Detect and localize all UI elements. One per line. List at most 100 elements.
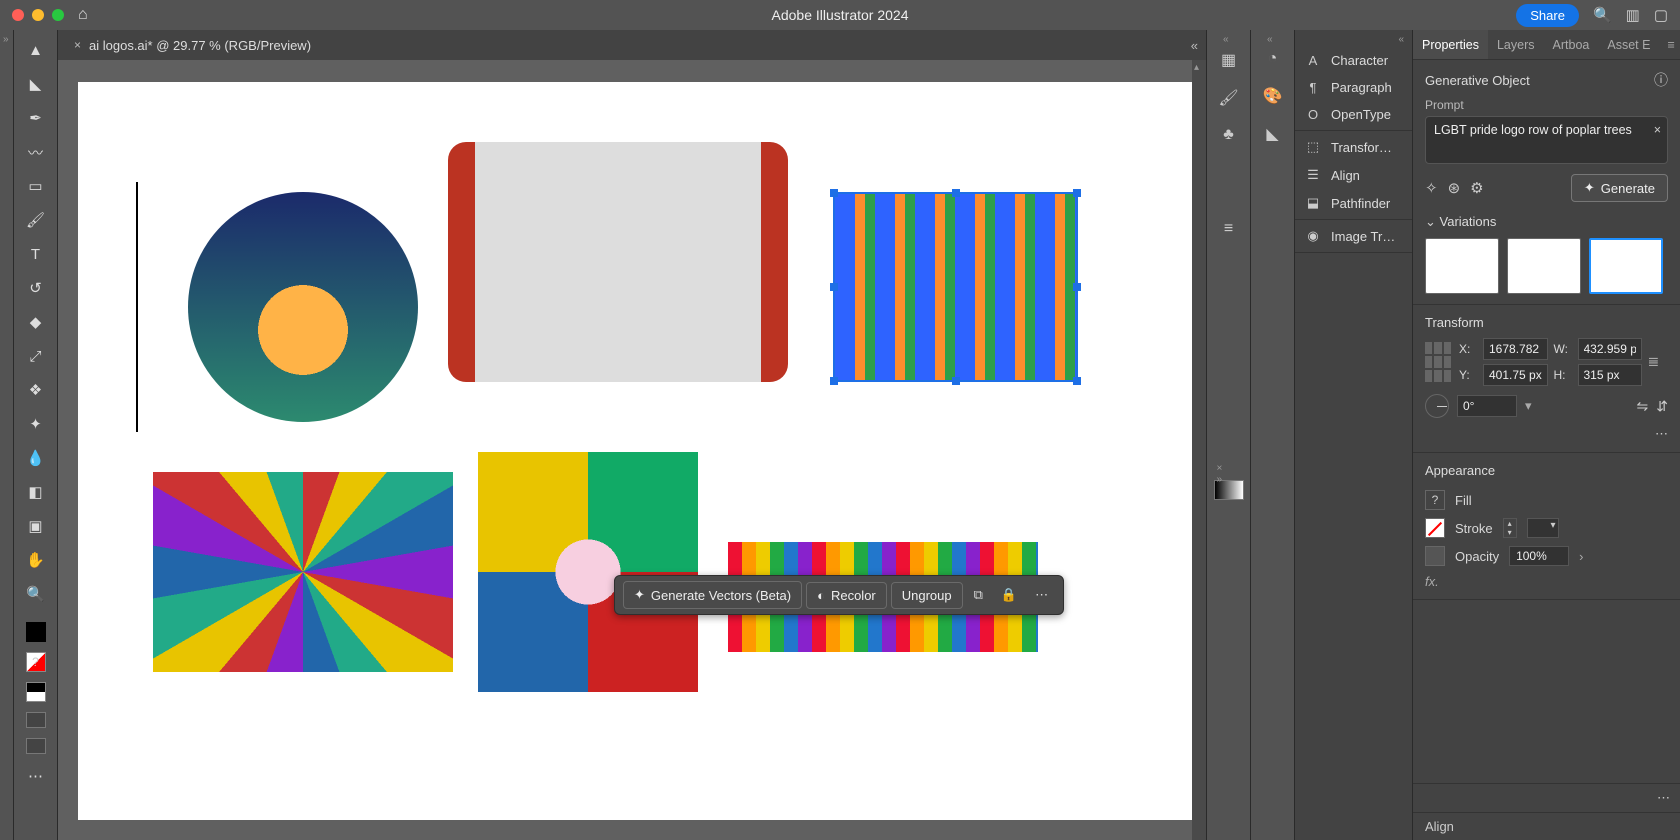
workspace-switcher-icon[interactable]: ▥	[1626, 6, 1640, 24]
context-more-icon[interactable]: ⋯	[1028, 582, 1055, 608]
constrain-proportions-icon[interactable]: 𝌆	[1648, 355, 1668, 369]
x-input[interactable]	[1483, 338, 1548, 360]
artwork-cross-wreath[interactable]	[478, 452, 698, 692]
variation-thumbnail-2[interactable]	[1507, 238, 1581, 294]
document-tab-bar: × ai logos.ai* @ 29.77 % (RGB/Preview) «	[58, 30, 1206, 60]
opacity-swatch[interactable]	[1425, 546, 1445, 566]
rotate-tool-icon[interactable]: ↺	[22, 276, 50, 300]
gradient-tool-icon[interactable]: ◧	[22, 480, 50, 504]
settings-gear-icon[interactable]: ⚙	[1470, 179, 1483, 197]
document-tab[interactable]: × ai logos.ai* @ 29.77 % (RGB/Preview)	[64, 30, 321, 60]
home-icon[interactable]: ⌂	[78, 6, 88, 24]
shape-builder-tool-icon[interactable]: ❖	[22, 378, 50, 402]
info-icon[interactable]: ⓘ	[1654, 70, 1668, 90]
fill-swatch[interactable]	[1425, 490, 1445, 510]
paintbrush-tool-icon[interactable]: 🖌	[22, 208, 50, 232]
zoom-tool-icon[interactable]: 🔍	[22, 582, 50, 606]
style-picker-icon[interactable]: ✧	[1425, 179, 1438, 197]
vertical-scrollbar[interactable]	[1192, 60, 1206, 840]
swatches-panel-icon[interactable]: 🎨	[1263, 86, 1283, 106]
eraser-tool-icon[interactable]: ◆	[22, 310, 50, 334]
arrange-documents-icon[interactable]: ▢	[1654, 6, 1668, 24]
color-guide-panel-icon[interactable]: ◣	[1266, 124, 1278, 144]
close-window-button[interactable]	[12, 9, 24, 21]
opentype-panel-button[interactable]: OOpenType	[1295, 101, 1412, 128]
opacity-input[interactable]	[1509, 546, 1569, 566]
tab-layers[interactable]: Layers	[1488, 30, 1544, 59]
symbols-panel-icon[interactable]: ♣	[1223, 126, 1234, 144]
stroke-swatch[interactable]	[1425, 518, 1445, 538]
artwork-tree-card[interactable]	[448, 142, 788, 382]
artwork-tree-grid-heart[interactable]	[153, 472, 453, 672]
pen-tool-icon[interactable]: ✒	[22, 106, 50, 130]
width-tool-icon[interactable]: ✦	[22, 412, 50, 436]
duplicate-icon[interactable]: ⧉	[967, 582, 990, 608]
edit-toolbar-icon[interactable]: ⋯	[22, 764, 50, 788]
draw-mode-icon[interactable]	[26, 738, 46, 754]
direct-selection-tool-icon[interactable]: ◣	[22, 72, 50, 96]
lock-icon[interactable]: 🔒	[994, 582, 1024, 608]
selection-tool-icon[interactable]: ▲	[22, 38, 50, 62]
eyedropper-tool-icon[interactable]: 💧	[22, 446, 50, 470]
image-trace-panel-button[interactable]: ◉Image Tr…	[1295, 222, 1412, 250]
color-mode-toggle[interactable]	[26, 682, 46, 702]
tab-properties[interactable]: Properties	[1413, 30, 1488, 59]
prompt-input[interactable]: LGBT pride logo row of poplar trees ×	[1425, 116, 1668, 164]
scale-tool-icon[interactable]: ⤢	[22, 344, 50, 368]
share-button[interactable]: Share	[1516, 4, 1579, 27]
character-panel-button[interactable]: ACharacter	[1295, 47, 1412, 74]
panel-grid-icon[interactable]: ▦	[1221, 50, 1236, 70]
variation-thumbnail-1[interactable]	[1425, 238, 1499, 294]
rotate-angle-dial[interactable]	[1425, 394, 1449, 418]
align-panel-button[interactable]: ☰Align	[1295, 161, 1412, 189]
rectangle-tool-icon[interactable]: ▭	[22, 174, 50, 198]
artwork-selected-poplar-row[interactable]	[833, 192, 1078, 382]
effects-icon[interactable]: ⊛	[1448, 179, 1461, 197]
default-fill-stroke-icon[interactable]: ?	[26, 652, 46, 672]
y-input[interactable]	[1483, 364, 1548, 386]
reference-point-selector[interactable]	[1425, 342, 1451, 382]
clear-prompt-icon[interactable]: ×	[1654, 123, 1661, 137]
stroke-weight-dropdown[interactable]	[1527, 518, 1559, 538]
minimize-window-button[interactable]	[32, 9, 44, 21]
search-icon[interactable]: 🔍	[1593, 6, 1612, 24]
close-tab-icon[interactable]: ×	[74, 38, 81, 52]
recolor-button[interactable]: ◐ Recolor	[806, 582, 887, 609]
angle-input[interactable]	[1457, 395, 1517, 417]
fill-stroke-swatch[interactable]	[26, 622, 46, 642]
w-input[interactable]	[1578, 338, 1643, 360]
fx-label[interactable]: fx.	[1425, 570, 1668, 589]
ungroup-button[interactable]: Ungroup	[891, 582, 963, 609]
pathfinder-panel-button[interactable]: ⬓Pathfinder	[1295, 189, 1412, 217]
left-dock-collapse-strip[interactable]	[0, 30, 14, 840]
recolor-icon: ◐	[817, 588, 825, 603]
curvature-tool-icon[interactable]: 〰	[22, 140, 50, 164]
generate-vectors-button[interactable]: ✦ Generate Vectors (Beta)	[623, 581, 802, 609]
hand-tool-icon[interactable]: ✋	[22, 548, 50, 572]
libraries-panel-icon[interactable]: ≡	[1224, 220, 1233, 238]
flip-vertical-icon[interactable]: ⇵	[1656, 398, 1668, 415]
canvas[interactable]: ✦ Generate Vectors (Beta) ◐ Recolor Ungr…	[58, 60, 1206, 840]
appearance-more-icon[interactable]: ⋯	[1413, 783, 1680, 812]
brushes-panel-icon[interactable]: 🖌	[1218, 88, 1238, 108]
flip-horizontal-icon[interactable]: ⇋	[1637, 398, 1649, 415]
paragraph-panel-button[interactable]: ¶Paragraph	[1295, 74, 1412, 101]
h-input[interactable]	[1578, 364, 1643, 386]
tab-asset-export[interactable]: Asset E	[1598, 30, 1659, 59]
variation-thumbnail-3[interactable]	[1589, 238, 1663, 294]
contextual-task-bar: ✦ Generate Vectors (Beta) ◐ Recolor Ungr…	[614, 575, 1064, 615]
gradient-panel-collapsed[interactable]	[1214, 480, 1244, 500]
artwork-tree-circle[interactable]	[188, 192, 418, 422]
panel-menu-icon[interactable]: ≡	[1659, 30, 1680, 59]
screen-mode-icon[interactable]	[26, 712, 46, 728]
type-tool-icon[interactable]: T	[22, 242, 50, 266]
tab-overflow-icon[interactable]: «	[1191, 38, 1198, 53]
tab-artboards[interactable]: Artboa	[1544, 30, 1599, 59]
transform-panel-button[interactable]: ⬚Transfor…	[1295, 133, 1412, 161]
artboard-tool-icon[interactable]: ▣	[22, 514, 50, 538]
color-panel-icon[interactable]: ◔	[1268, 50, 1278, 68]
transform-more-icon[interactable]: ⋯	[1655, 426, 1668, 442]
stroke-weight-stepper[interactable]: ▴▾	[1503, 518, 1517, 538]
maximize-window-button[interactable]	[52, 9, 64, 21]
generate-button[interactable]: ✦ Generate	[1571, 174, 1668, 202]
